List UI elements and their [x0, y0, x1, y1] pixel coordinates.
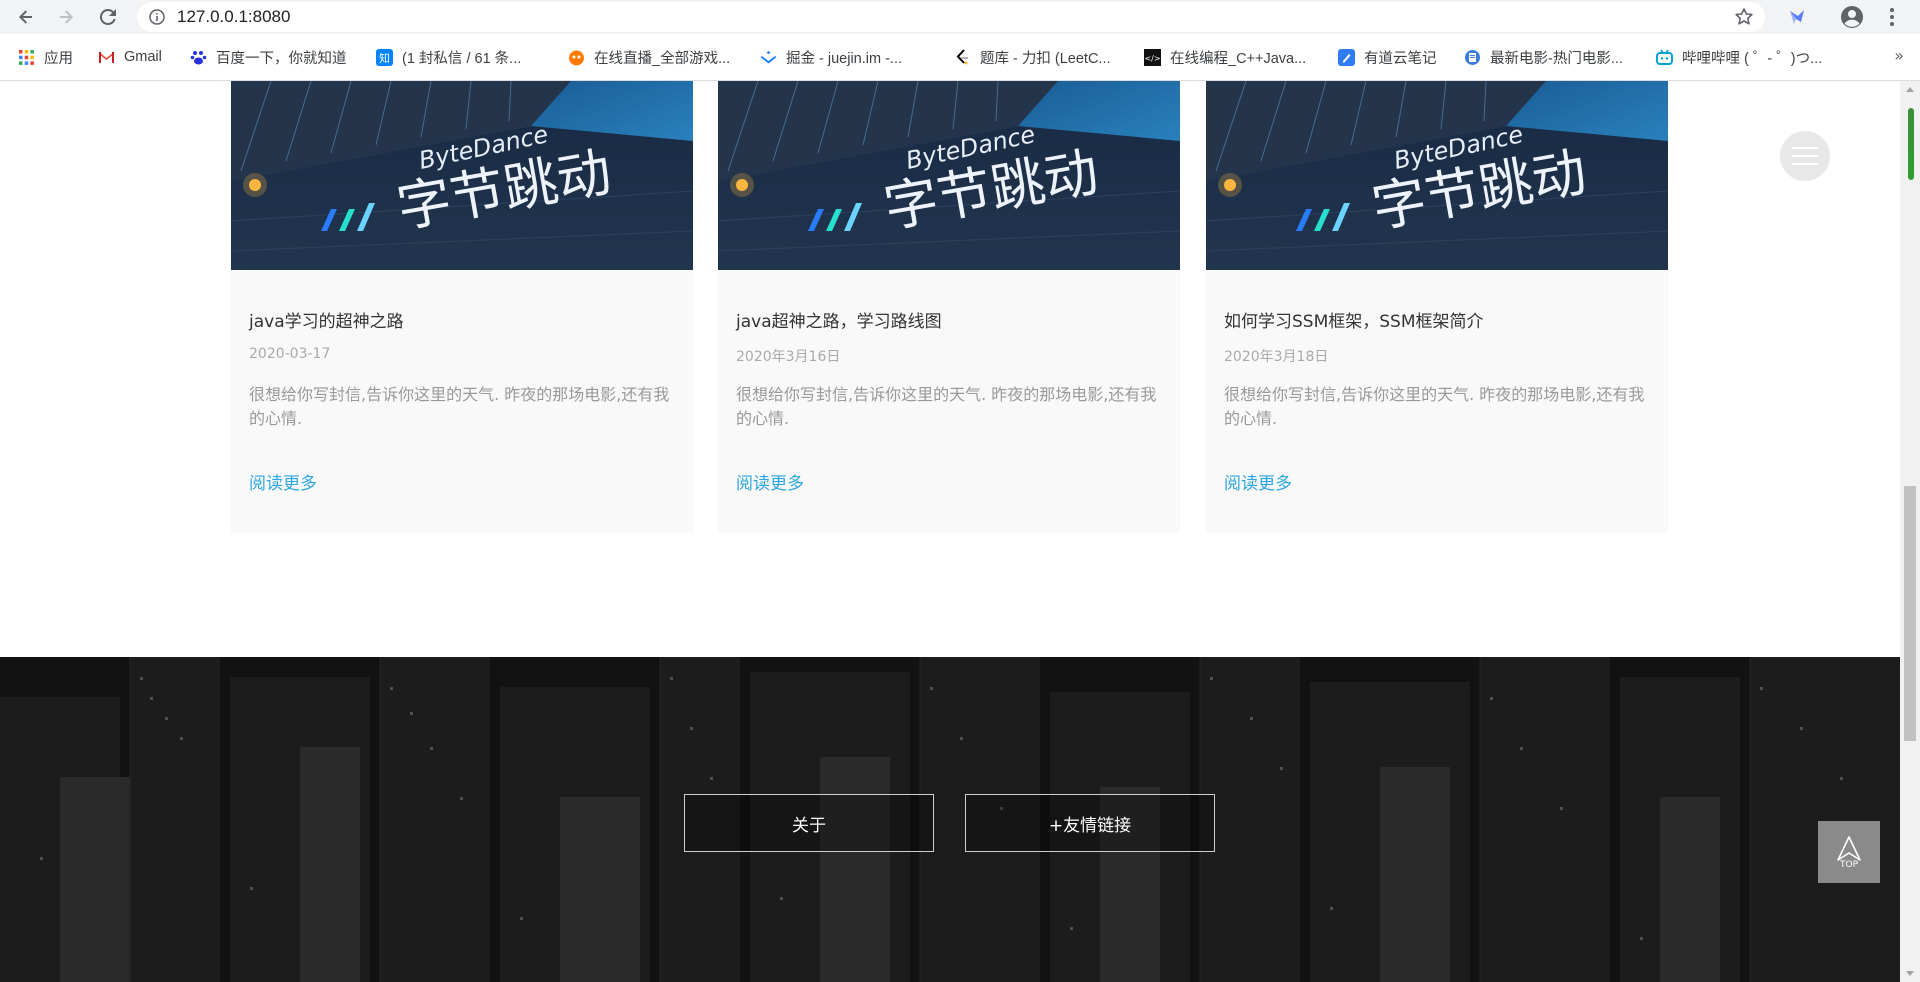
- article-excerpt: 很想给你写封信,告诉你这里的天气. 昨夜的那场电影,还有我的心情.: [249, 385, 670, 428]
- bookmark-leetcode[interactable]: 题库 - 力扣 (LeetC...: [954, 47, 1111, 67]
- bookmark-baidu[interactable]: 百度一下，你就知道: [190, 47, 347, 67]
- article-date: 2020-03-17: [249, 346, 331, 362]
- bookmark-label: 题库 - 力扣 (LeetC...: [980, 50, 1111, 67]
- zhihu-icon: 知: [376, 48, 393, 66]
- youdao-note-icon: [1338, 48, 1355, 66]
- bookmark-label: 百度一下，你就知道: [216, 50, 347, 67]
- nowcoder-icon: </>: [1144, 48, 1161, 66]
- back-to-top-label: TOP: [1839, 860, 1858, 870]
- site-info-icon[interactable]: [149, 9, 165, 29]
- article-card: ByteDance 字节跳动 如何学习SSM框架，SSM框架简介 2020年3月…: [1206, 81, 1668, 533]
- apps-grid-icon: [18, 49, 35, 66]
- baidu-paw-icon: [190, 49, 207, 66]
- leetcode-icon: [954, 48, 971, 66]
- bookmark-label: 哔哩哔哩 ( ゜- ゜)つ...: [1682, 50, 1823, 67]
- page-viewport: ByteDance 字节跳动 java学习的超神之路 2020-03-17 很想…: [0, 81, 1900, 982]
- bookmark-label: 掘金 - juejin.im -...: [786, 50, 903, 67]
- friend-links-button[interactable]: +友情链接: [965, 794, 1215, 852]
- read-more-link[interactable]: 阅读更多: [249, 469, 317, 494]
- footer: 关于 +友情链接: [0, 657, 1900, 982]
- article-title[interactable]: 如何学习SSM框架，SSM框架简介: [1224, 307, 1484, 332]
- bookmark-douyu[interactable]: 在线直播_全部游戏...: [568, 47, 730, 67]
- svg-text:知: 知: [379, 51, 390, 65]
- forward-icon[interactable]: [54, 5, 78, 29]
- extension-icon[interactable]: [1785, 5, 1809, 29]
- article-date: 2020年3月18日: [1224, 349, 1329, 365]
- profile-icon[interactable]: [1840, 5, 1864, 29]
- bookmark-label: 有道云笔记: [1364, 50, 1437, 67]
- article-excerpt: 很想给你写封信,告诉你这里的天气. 昨夜的那场电影,还有我的心情.: [736, 385, 1157, 428]
- bookmark-gmail[interactable]: Gmail: [98, 47, 162, 67]
- scrollbar-thumb[interactable]: [1904, 486, 1916, 741]
- juejin-icon: [760, 49, 777, 66]
- bookmark-youdao[interactable]: 有道云笔记: [1338, 47, 1437, 67]
- about-button[interactable]: 关于: [684, 794, 934, 852]
- article-title[interactable]: java超神之路，学习路线图: [736, 307, 942, 332]
- menu-kebab-icon[interactable]: [1880, 5, 1904, 29]
- article-card: ByteDance 字节跳动 java超神之路，学习路线图 2020年3月16日…: [718, 81, 1180, 533]
- bookmark-nowcoder[interactable]: </> 在线编程_C++Java...: [1144, 47, 1306, 67]
- scroll-down-arrow-icon[interactable]: [1906, 971, 1914, 976]
- bookmark-bilibili[interactable]: 哔哩哔哩 ( ゜- ゜)つ...: [1656, 47, 1822, 67]
- gmail-icon: [98, 49, 115, 66]
- bookmark-apps[interactable]: 应用: [18, 47, 73, 67]
- article-card: ByteDance 字节跳动 java学习的超神之路 2020-03-17 很想…: [231, 81, 693, 533]
- read-more-link[interactable]: 阅读更多: [736, 469, 804, 494]
- address-bar[interactable]: 127.0.0.1:8080: [137, 2, 1765, 32]
- bookmark-juejin[interactable]: 掘金 - juejin.im -...: [760, 47, 902, 67]
- reload-icon[interactable]: [96, 5, 120, 29]
- article-thumbnail[interactable]: ByteDance 字节跳动: [231, 81, 693, 270]
- bookmarks-bar: 应用 Gmail 百度一下，你就知道 知 (1 封私信 / 61 条... 在线…: [0, 34, 1920, 81]
- bilibili-icon: [1656, 49, 1673, 66]
- article-title[interactable]: java学习的超神之路: [249, 307, 404, 332]
- hamburger-menu-icon[interactable]: [1780, 131, 1830, 181]
- bookmark-star-icon[interactable]: [1733, 6, 1755, 32]
- back-icon[interactable]: [14, 5, 38, 29]
- article-excerpt: 很想给你写封信,告诉你这里的天气. 昨夜的那场电影,还有我的心情.: [1224, 385, 1645, 428]
- scroll-up-arrow-icon[interactable]: [1906, 87, 1914, 92]
- article-thumbnail[interactable]: ByteDance 字节跳动: [718, 81, 1180, 270]
- url-text: 127.0.0.1:8080: [177, 7, 291, 26]
- douyu-icon: [568, 49, 585, 66]
- browser-toolbar: 127.0.0.1:8080: [0, 0, 1920, 34]
- article-date: 2020年3月16日: [736, 349, 841, 365]
- bookmarks-overflow-icon[interactable]: »: [1894, 46, 1904, 65]
- bookmark-label: 在线直播_全部游戏...: [594, 50, 731, 67]
- movie-site-icon: [1464, 49, 1481, 66]
- bookmark-label: 应用: [44, 50, 73, 67]
- bookmark-label: (1 封私信 / 61 条...: [402, 50, 522, 67]
- bookmark-movie[interactable]: 最新电影-热门电影...: [1464, 47, 1623, 67]
- reading-progress-indicator: [1908, 108, 1914, 180]
- bookmark-label: 在线编程_C++Java...: [1170, 50, 1307, 67]
- city-skyline-background: [0, 657, 1900, 982]
- bookmark-label: Gmail: [124, 49, 162, 65]
- svg-text:</>: </>: [1144, 54, 1160, 63]
- page-scrollbar[interactable]: [1900, 81, 1920, 982]
- read-more-link[interactable]: 阅读更多: [1224, 469, 1292, 494]
- back-to-top-button[interactable]: TOP: [1818, 821, 1880, 883]
- bookmark-zhihu[interactable]: 知 (1 封私信 / 61 条...: [376, 47, 521, 67]
- bookmark-label: 最新电影-热门电影...: [1490, 50, 1623, 67]
- article-thumbnail[interactable]: ByteDance 字节跳动: [1206, 81, 1668, 270]
